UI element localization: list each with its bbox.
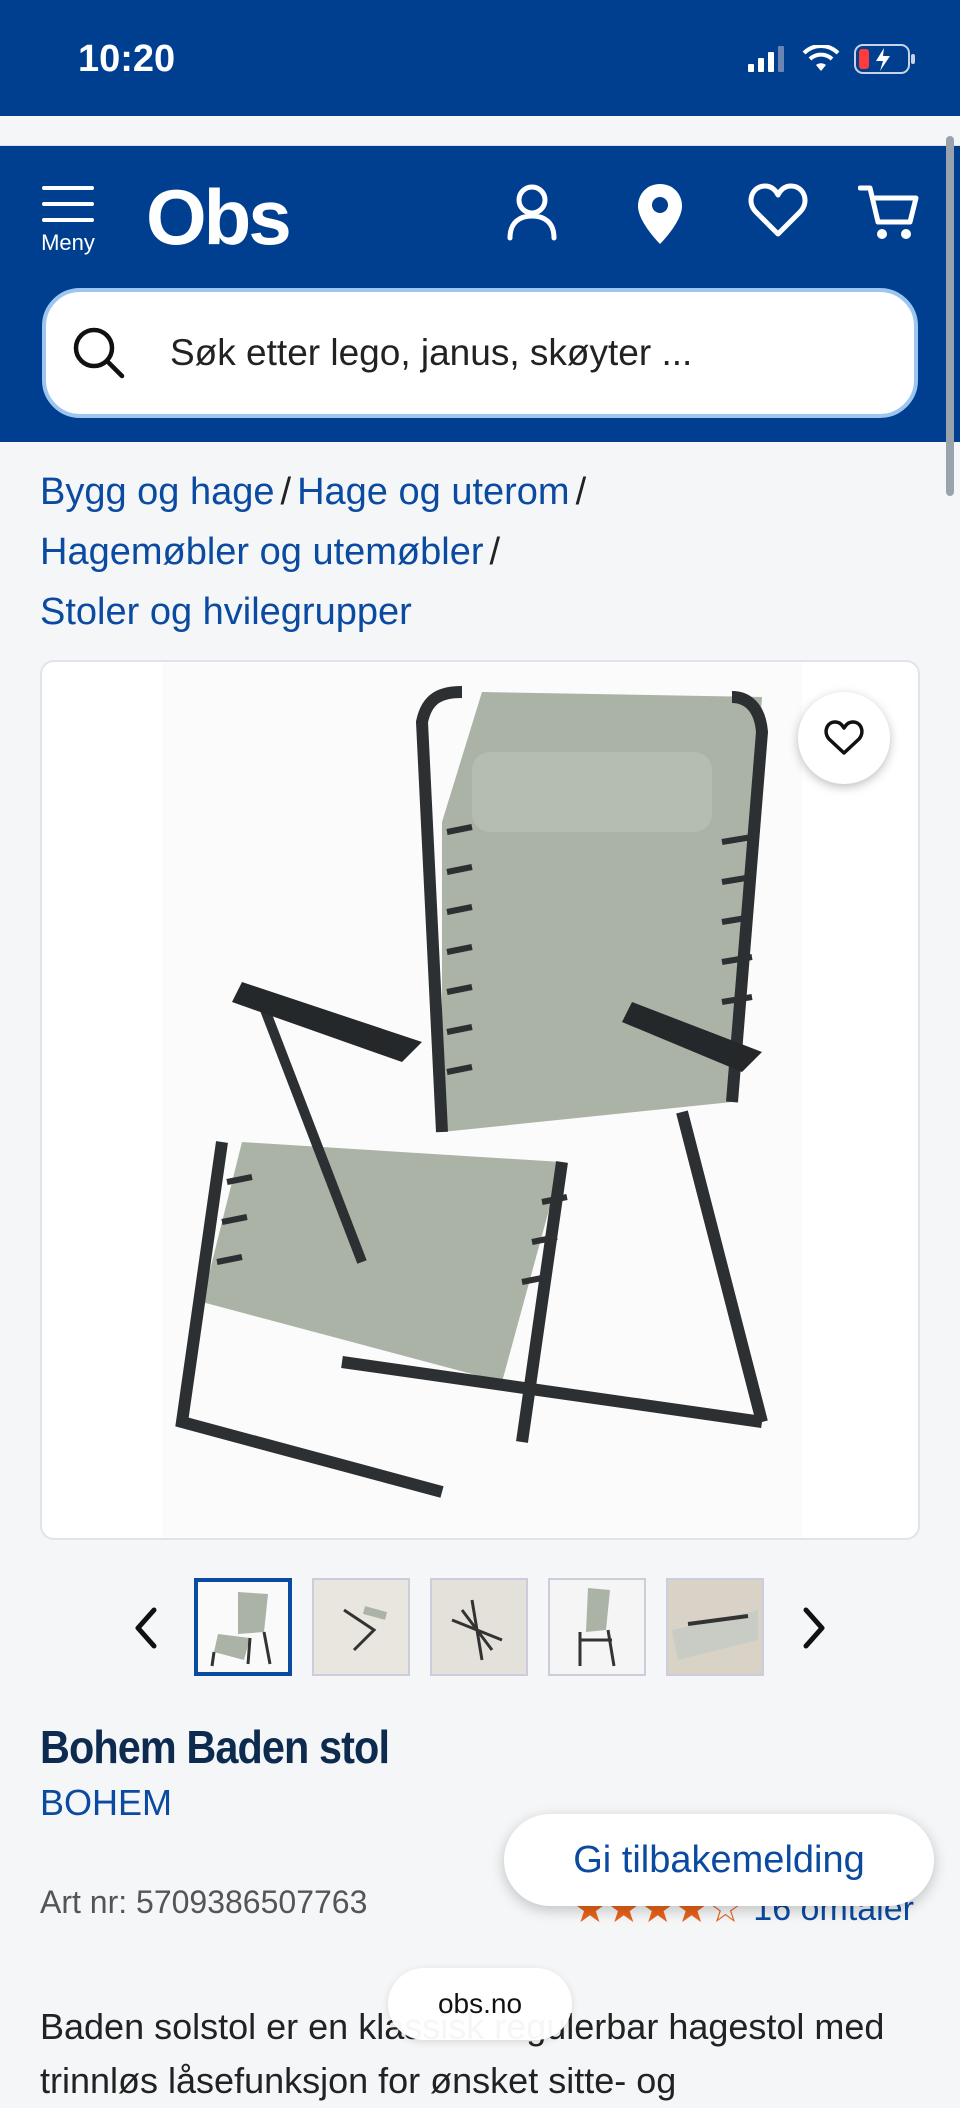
chevron-left-icon[interactable]	[132, 1606, 160, 1650]
product-image-card[interactable]	[40, 660, 920, 1540]
battery-icon	[854, 44, 915, 74]
thumbnail-image	[432, 1580, 526, 1674]
breadcrumb-separator: /	[489, 531, 501, 573]
breadcrumb: Bygg og hage / Hage og uterom / Hagemøbler …	[40, 462, 930, 642]
breadcrumb-item-hage-og-uterom[interactable]: Hage og uterom	[297, 471, 570, 513]
status-bar: 10:20	[0, 0, 960, 116]
breadcrumb-separator: /	[575, 471, 587, 513]
thumbnail-strip	[0, 1578, 960, 1678]
heart-icon[interactable]	[748, 182, 808, 238]
product-image	[162, 662, 802, 1538]
article-number: Art nr: 5709386507763	[40, 1884, 368, 1920]
breadcrumb-item-stoler[interactable]: Stoler og hvilegrupper	[40, 591, 412, 633]
thumbnail-5[interactable]	[666, 1578, 764, 1676]
breadcrumb-item-hagemobler[interactable]: Hagemøbler og utemøbler	[40, 531, 484, 573]
thumbnail-image	[314, 1580, 408, 1674]
user-icon[interactable]	[504, 182, 560, 242]
feedback-button[interactable]: Gi tilbakemelding	[504, 1814, 934, 1906]
thumbnail-1[interactable]	[194, 1578, 292, 1676]
chevron-right-icon[interactable]	[800, 1606, 828, 1650]
breadcrumb-item-bygg-og-hage[interactable]: Bygg og hage	[40, 471, 275, 513]
cart-icon[interactable]	[858, 182, 920, 244]
status-time: 10:20	[78, 38, 176, 80]
browser-url-pill[interactable]: obs.no	[388, 1968, 572, 2040]
status-icons	[748, 44, 916, 74]
thumbnail-image	[668, 1580, 762, 1674]
heart-icon	[824, 720, 864, 755]
search-box[interactable]	[42, 288, 918, 418]
search-input[interactable]	[170, 332, 870, 374]
thumbnail-image	[550, 1580, 644, 1674]
location-pin-icon[interactable]	[636, 182, 684, 246]
scrollbar[interactable]	[946, 136, 954, 496]
thumbnail-image	[198, 1582, 288, 1672]
wifi-icon	[802, 45, 840, 71]
breadcrumb-separator: /	[280, 471, 292, 513]
thumbnail-3[interactable]	[430, 1578, 528, 1676]
browser-url-strip	[0, 116, 960, 146]
menu-button[interactable]: Meny	[36, 184, 100, 256]
product-brand-link[interactable]: BOHEM	[40, 1782, 172, 1824]
thumbnail-4[interactable]	[548, 1578, 646, 1676]
menu-label: Meny	[41, 230, 95, 255]
product-title: Bohem Baden stol	[40, 1721, 390, 1773]
search-icon	[73, 327, 125, 379]
signal-icon	[748, 46, 784, 72]
favorite-button[interactable]	[798, 692, 890, 784]
thumbnail-2[interactable]	[312, 1578, 410, 1676]
hamburger-icon	[42, 186, 94, 222]
site-header: Meny Obs	[0, 146, 960, 442]
obs-logo[interactable]: Obs	[146, 172, 292, 263]
